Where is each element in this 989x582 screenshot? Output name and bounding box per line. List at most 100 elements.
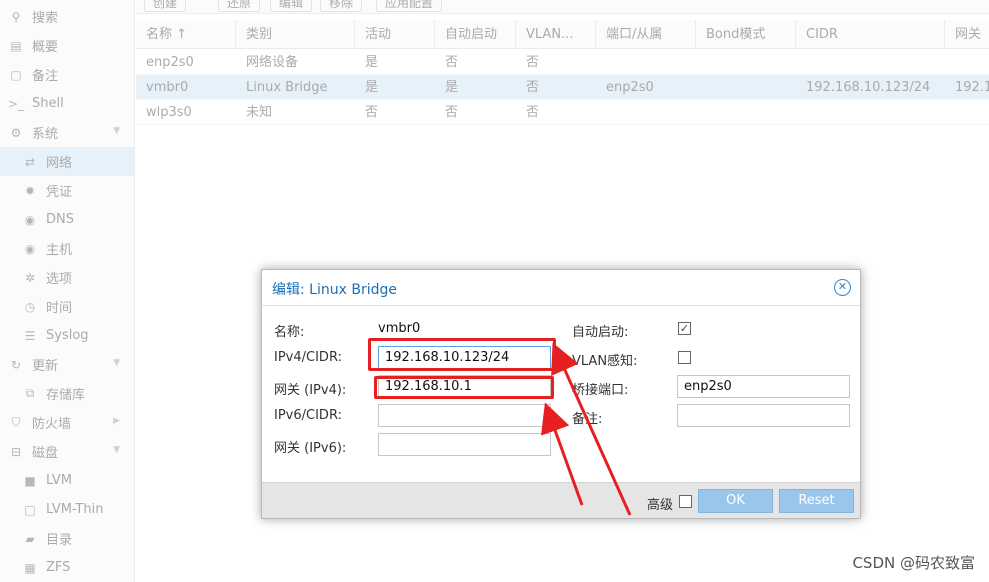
advanced-checkbox[interactable] xyxy=(679,495,692,508)
table-cell: 网络设备 xyxy=(246,55,299,70)
create-button[interactable]: 创建 xyxy=(144,0,187,12)
sidebar-item-label: 时间 xyxy=(46,301,73,316)
table-cell: 否 xyxy=(445,55,459,70)
sidebar-item-12[interactable]: ↻ 更新 ▼ xyxy=(0,350,134,379)
remove-button[interactable]: 移除 xyxy=(320,0,363,12)
table-cell: 否 xyxy=(445,105,459,120)
ok-button[interactable]: OK xyxy=(698,489,773,513)
sidebar-item-label: 备注 xyxy=(32,69,59,84)
reset-button[interactable]: Reset xyxy=(779,489,854,513)
table-cell xyxy=(696,75,796,100)
table-cell: 否 xyxy=(365,105,379,120)
sidebar-item-5[interactable]: ⇄ 网络 xyxy=(0,147,134,176)
sidebar-item-16[interactable]: ■ LVM xyxy=(0,466,134,495)
table-cell xyxy=(696,50,796,75)
table-cell: 192.1 xyxy=(955,80,989,95)
column-header[interactable]: 类别 xyxy=(236,20,355,49)
square-icon: ■ xyxy=(24,473,36,488)
screen: ⚲ 搜索 ▤ 概要 ▢ 备注 >_ Shell ⚙ 系统 ▼ ⇄ 网络 ✹ 凭证 ◉ DNS ◉ 主机 ✲ 选项 ◷ 时间 ☰… xyxy=(0,0,989,582)
column-header[interactable]: 端口/从属 xyxy=(596,20,696,49)
sidebar-item-label: LVM xyxy=(46,473,72,488)
sidebar-item-label: 凭证 xyxy=(46,185,73,200)
globe-icon: ◉ xyxy=(24,212,36,227)
gateway-ipv6-input[interactable] xyxy=(378,433,551,456)
sidebar-item-3[interactable]: >_ Shell xyxy=(0,89,134,118)
files-icon: ⧉ xyxy=(25,386,35,400)
table-cell: 是 xyxy=(365,80,379,95)
ipv4-label: IPv4/CIDR: xyxy=(274,350,342,365)
table-row[interactable]: wlp3s0 未知 否 否 否 xyxy=(136,100,989,125)
sidebar-item-10[interactable]: ◷ 时间 xyxy=(0,292,134,321)
column-header[interactable]: Bond模式 xyxy=(696,20,796,49)
bridge-ports-input[interactable] xyxy=(677,375,850,398)
name-value: vmbr0 xyxy=(378,321,421,336)
sidebar-item-label: 存储库 xyxy=(46,388,86,403)
sidebar-item-label: 系统 xyxy=(32,127,59,142)
sidebar-item-9[interactable]: ✲ 选项 xyxy=(0,263,134,292)
sidebar-item-label: 搜索 xyxy=(32,11,59,26)
advanced-label: 高级 xyxy=(647,498,674,513)
sidebar-item-label: 主机 xyxy=(46,243,73,258)
comment-label: 备注: xyxy=(572,412,603,427)
sidebar-item-17[interactable]: □ LVM-Thin xyxy=(0,495,134,524)
chevron-icon[interactable]: ▶ xyxy=(113,416,120,426)
sidebar-item-4[interactable]: ⚙ 系统 ▼ xyxy=(0,118,134,147)
close-icon[interactable]: ✕ xyxy=(834,279,851,296)
sidebar-item-8[interactable]: ◉ 主机 xyxy=(0,234,134,263)
column-header[interactable]: 网关 xyxy=(945,20,989,49)
sidebar-item-19[interactable]: ▦ ZFS xyxy=(0,553,134,582)
column-header[interactable]: 活动 xyxy=(355,20,435,49)
column-header[interactable]: CIDR xyxy=(796,20,945,49)
edit-button[interactable]: 编辑 xyxy=(270,0,313,12)
sidebar-item-14[interactable]: ⛉ 防火墙 ▶ xyxy=(0,408,134,437)
sidebar-item-label: 网络 xyxy=(46,156,73,171)
sidebar-item-label: ZFS xyxy=(46,560,71,575)
sidebar-item-label: 防火墙 xyxy=(32,417,72,432)
table-row[interactable]: enp2s0 网络设备 是 否 否 xyxy=(136,50,989,75)
sidebar-item-label: 选项 xyxy=(46,272,73,287)
chevron-icon[interactable]: ▼ xyxy=(113,445,120,455)
globe-icon: ◉ xyxy=(24,241,36,256)
table-cell xyxy=(796,50,945,75)
edit-bridge-dialog: 编辑: Linux Bridge ✕ 名称: vmbr0 IPv4/CIDR: … xyxy=(261,269,861,519)
chevron-icon[interactable]: ▼ xyxy=(113,358,120,368)
clock-icon: ◷ xyxy=(24,299,36,314)
sidebar-item-2[interactable]: ▢ 备注 xyxy=(0,60,134,89)
dialog-title: 编辑: Linux Bridge xyxy=(272,282,397,298)
sidebar-item-label: 更新 xyxy=(32,359,59,374)
sidebar-item-18[interactable]: ▰ 目录 xyxy=(0,524,134,553)
table-cell: 是 xyxy=(365,55,379,70)
chevron-icon[interactable]: ▼ xyxy=(113,126,120,136)
autostart-checkbox[interactable]: ✓ xyxy=(678,322,691,335)
table-cell: 192.168.10.123/24 xyxy=(806,80,931,95)
sidebar-item-label: 目录 xyxy=(46,533,73,548)
sidebar-item-label: Syslog xyxy=(46,328,89,343)
table-cell: 是 xyxy=(445,80,459,95)
revert-button[interactable]: 还原 xyxy=(218,0,261,12)
sidebar-item-label: 概要 xyxy=(32,40,59,55)
vlan-aware-checkbox[interactable] xyxy=(678,351,691,364)
table-header: 名称 ↑ 类别 活动 自动启动 VLAN... 端口/从属 Bond模式 CIDR 网关 xyxy=(136,20,989,49)
ipv6-cidr-input[interactable] xyxy=(378,404,551,427)
sidebar-item-11[interactable]: ☰ Syslog xyxy=(0,321,134,350)
apply-config-button[interactable]: 应用配置 xyxy=(376,0,443,12)
table-cell: 否 xyxy=(526,80,540,95)
sidebar-item-6[interactable]: ✹ 凭证 xyxy=(0,176,134,205)
table-cell: 否 xyxy=(526,105,540,120)
autostart-label: 自动启动: xyxy=(572,325,629,340)
sidebar-item-15[interactable]: ⊟ 磁盘 ▼ xyxy=(0,437,134,466)
refresh-icon: ↻ xyxy=(10,357,22,372)
table-cell: wlp3s0 xyxy=(146,105,192,120)
table-cell: enp2s0 xyxy=(606,80,654,95)
column-header[interactable]: VLAN... xyxy=(516,20,596,49)
table-row[interactable]: vmbr0 Linux Bridge 是 是 否 enp2s0 192.168.10.123… xyxy=(136,75,989,100)
sidebar-item-13[interactable]: ⧉ 存储库 xyxy=(0,379,134,408)
comment-input[interactable] xyxy=(677,404,850,427)
column-header[interactable]: 名称 ↑ xyxy=(136,20,236,49)
sidebar-item-1[interactable]: ▤ 概要 xyxy=(0,31,134,60)
watermark: CSDN @码农致富 xyxy=(852,554,975,572)
column-header[interactable]: 自动启动 xyxy=(435,20,516,49)
sidebar-item-0[interactable]: ⚲ 搜索 xyxy=(0,2,134,31)
sidebar-item-7[interactable]: ◉ DNS xyxy=(0,205,134,234)
folder-icon: ▰ xyxy=(25,531,35,546)
